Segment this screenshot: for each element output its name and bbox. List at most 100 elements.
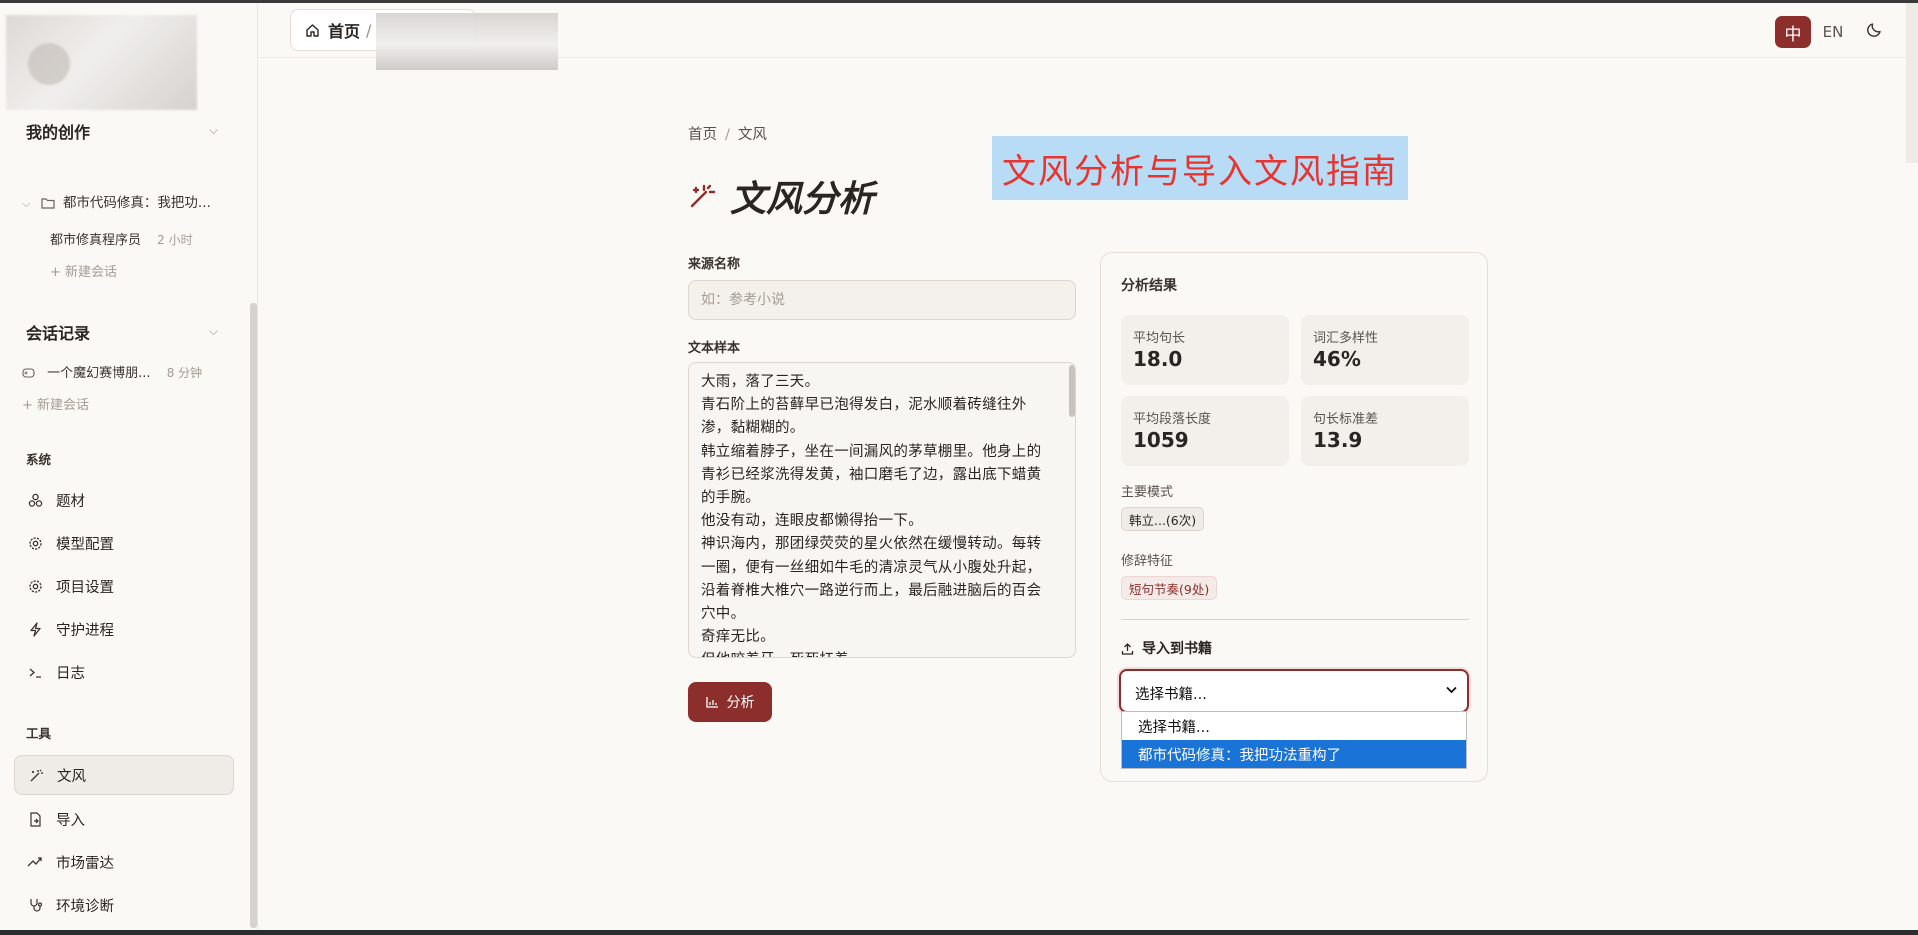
stethoscope-icon <box>26 898 44 913</box>
book-select-dropdown: 选择书籍... 都市代码修真：我把功法重构了 <box>1121 711 1467 769</box>
new-session-button[interactable]: + 新建会话 <box>50 261 117 280</box>
session-name: 都市修真程序员 <box>50 233 142 248</box>
stat-sentence-length-stddev: 句长标准差 13.9 <box>1301 396 1469 466</box>
nav-item-import[interactable]: 导入 <box>14 799 234 839</box>
history-item[interactable]: 一个魔幻赛博朋... 8 分钟 <box>22 362 202 382</box>
taskbar-edge <box>0 930 1918 935</box>
nav-item-label: 模型配置 <box>56 536 114 553</box>
analyze-button-label: 分析 <box>726 695 755 711</box>
history-item-time: 8 分钟 <box>166 366 203 380</box>
import-label: 导入到书籍 <box>1142 641 1212 657</box>
history-heading[interactable]: 会话记录 <box>26 320 90 344</box>
stat-label: 平均段落长度 <box>1133 412 1212 427</box>
history-item-label: 一个魔幻赛博朋... <box>47 366 151 381</box>
stat-value: 18.0 <box>1133 347 1183 371</box>
chevron-down-icon[interactable]: ⌵ <box>209 123 218 138</box>
trend-icon <box>26 856 44 868</box>
nav-item-label: 日志 <box>56 665 85 682</box>
nav-item-env-diagnosis[interactable]: 环境诊断 <box>14 885 234 925</box>
nav-item-style[interactable]: 文风 <box>14 755 234 795</box>
sidebar: 我的创作 ⌵ ⌵ 都市代码修真：我把功... 都市修真程序员 2 小时 + 新建… <box>0 3 258 930</box>
rhetoric-tag: 短句节奏(9处) <box>1121 576 1218 600</box>
file-import-icon <box>26 811 44 827</box>
topbar: 首页 / 中 EN <box>258 3 1918 70</box>
stat-value: 13.9 <box>1313 428 1363 452</box>
new-session-button[interactable]: + 新建会话 <box>22 394 89 413</box>
breadcrumb-separator: / <box>366 20 372 40</box>
project-name: 都市代码修真：我把功... <box>62 195 211 211</box>
nav-item-label: 文风 <box>57 768 86 785</box>
tools-group-label: 工具 <box>26 726 52 741</box>
divider <box>1121 619 1469 620</box>
book-option[interactable]: 都市代码修真：我把功法重构了 <box>1122 740 1466 768</box>
import-to-book-heading: 导入到书籍 <box>1121 638 1212 658</box>
session-time: 2 小时 <box>157 233 193 247</box>
lang-en-button[interactable]: EN <box>1814 16 1852 48</box>
upload-icon <box>1121 642 1134 655</box>
moon-icon[interactable] <box>1866 20 1884 42</box>
home-link[interactable]: 首页 <box>328 18 360 42</box>
nav-item-label: 题材 <box>56 493 85 510</box>
magic-wand-icon <box>688 182 716 210</box>
lang-zh-button[interactable]: 中 <box>1775 16 1811 48</box>
text-sample-textarea[interactable]: 大雨，落了三天。 青石阶上的苔藓早已泡得发白，泥水顺着砖缝往外渗，黏糊糊的。 韩… <box>688 362 1076 658</box>
nav-item-label: 市场雷达 <box>56 855 114 872</box>
nav-item-model-config[interactable]: 模型配置 <box>14 523 234 563</box>
stat-vocab-diversity: 词汇多样性 46% <box>1301 315 1469 385</box>
book-select[interactable]: 选择书籍... <box>1119 669 1469 713</box>
magic-wand-icon <box>27 768 45 783</box>
analysis-results-card: 分析结果 平均句长 18.0 词汇多样性 46% 平均段落长度 1059 句长标… <box>1100 252 1488 782</box>
chevron-down-icon <box>1446 683 1457 698</box>
app-logo <box>6 15 197 110</box>
book-option[interactable]: 选择书籍... <box>1122 712 1466 740</box>
text-sample-content: 大雨，落了三天。 青石阶上的苔藓早已泡得发白，泥水顺着砖缝往外渗，黏糊糊的。 韩… <box>701 374 1042 657</box>
book-select-value: 选择书籍... <box>1135 687 1207 703</box>
nav-item-label: 守护进程 <box>56 622 114 639</box>
results-title: 分析结果 <box>1121 278 1177 294</box>
main-pattern-tag: 韩立...(6次) <box>1121 507 1205 531</box>
guide-banner: 文风分析与导入文风指南 <box>992 136 1408 200</box>
rhetoric-label: 修辞特征 <box>1121 554 1174 569</box>
nav-item-genre[interactable]: 题材 <box>14 480 234 520</box>
stat-avg-sentence-length: 平均句长 18.0 <box>1121 315 1289 385</box>
session-item[interactable]: 都市修真程序员 2 小时 <box>50 229 193 248</box>
nav-item-logs[interactable]: 日志 <box>14 652 234 692</box>
my-works-heading[interactable]: 我的创作 <box>26 119 90 143</box>
nav-item-label: 导入 <box>56 812 85 829</box>
nav-item-label: 项目设置 <box>56 579 114 596</box>
gear-icon <box>26 536 44 551</box>
main-patterns-label: 主要模式 <box>1121 485 1174 500</box>
stat-value: 46% <box>1313 347 1361 371</box>
page-title-text: 文风分析 <box>730 178 875 220</box>
source-name-input[interactable] <box>688 280 1076 320</box>
source-name-label: 来源名称 <box>688 257 741 272</box>
stat-value: 1059 <box>1133 428 1189 452</box>
breadcrumb-current: 文风 <box>737 127 767 143</box>
stat-label: 句长标准差 <box>1313 412 1379 427</box>
analyze-button[interactable]: 分析 <box>688 682 772 722</box>
bolt-icon <box>26 621 44 637</box>
system-group-label: 系统 <box>26 452 52 467</box>
nav-item-market-radar[interactable]: 市场雷达 <box>14 842 234 882</box>
textarea-scrollbar[interactable] <box>1069 365 1075 417</box>
terminal-icon <box>26 666 44 679</box>
text-sample-label: 文本样本 <box>688 341 741 356</box>
page-title: 文风分析 <box>688 170 874 222</box>
sidebar-scrollbar[interactable] <box>250 303 257 928</box>
stat-avg-paragraph-length: 平均段落长度 1059 <box>1121 396 1289 466</box>
nav-item-project-settings[interactable]: 项目设置 <box>14 566 234 606</box>
stat-label: 平均句长 <box>1133 331 1186 346</box>
redacted-breadcrumb <box>376 13 558 70</box>
gear-icon <box>26 579 44 594</box>
edge-toolbar <box>1906 3 1918 163</box>
chevron-down-icon[interactable]: ⌵ <box>209 324 218 339</box>
project-tree-item[interactable]: ⌵ 都市代码修真：我把功... <box>22 191 211 213</box>
nodes-icon <box>26 493 44 508</box>
gamepad-icon <box>22 367 35 382</box>
chevron-down-icon: ⌵ <box>22 197 31 210</box>
breadcrumb-home[interactable]: 首页 <box>688 127 717 143</box>
bar-chart-icon <box>705 696 719 708</box>
folder-icon <box>41 197 55 213</box>
stat-label: 词汇多样性 <box>1313 331 1379 346</box>
nav-item-daemon[interactable]: 守护进程 <box>14 609 234 649</box>
